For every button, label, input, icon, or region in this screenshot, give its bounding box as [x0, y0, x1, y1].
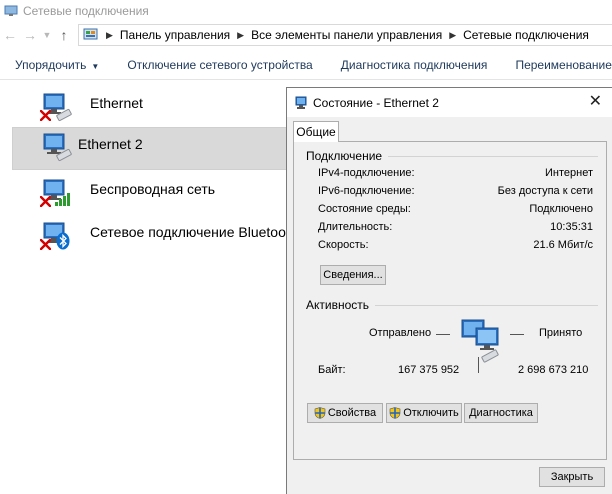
connection-item-ethernet[interactable]: Ethernet	[12, 86, 290, 127]
up-button[interactable]: ↑	[54, 24, 74, 46]
properties-button[interactable]: Свойства	[307, 403, 383, 423]
ipv4-value: Интернет	[545, 167, 593, 179]
disable-device-button[interactable]: Отключение сетевого устройства	[113, 58, 326, 72]
dialog-title: Состояние - Ethernet 2	[313, 96, 439, 110]
activity-divider	[478, 357, 479, 373]
bytes-label: Байт:	[318, 364, 346, 376]
speed-value: 21.6 Мбит/с	[533, 239, 593, 251]
ethernet-adapter-icon	[43, 133, 72, 162]
activity-group-title: Активность	[306, 298, 376, 312]
connection-label: Сетевое подключение Bluetooth	[90, 224, 298, 240]
caret-down-icon: ▼	[91, 61, 100, 71]
organize-label: Упорядочить	[15, 57, 87, 72]
recent-locations-button[interactable]: ▼	[40, 24, 54, 46]
disable-label: Отключить	[403, 407, 459, 419]
general-tab-panel: Подключение IPv4-подключение: Интернет I…	[293, 141, 607, 460]
control-panel-icon	[83, 28, 98, 40]
duration-label: Длительность:	[318, 221, 393, 233]
window-title: Сетевые подключения	[23, 4, 149, 18]
connection-item-bluetooth[interactable]: Сетевое подключение Bluetooth	[12, 215, 298, 256]
rename-connection-button[interactable]: Переименование подключения	[501, 58, 612, 72]
disable-button[interactable]: Отключить	[386, 403, 462, 423]
connection-item-wireless[interactable]: Беспроводная сеть	[12, 172, 290, 213]
ipv6-label: IPv6-подключение:	[318, 185, 415, 197]
chevron-right-icon: ▶	[106, 29, 113, 40]
network-connections-icon	[4, 5, 18, 16]
chevron-right-icon: ▶	[237, 29, 245, 40]
connection-label: Беспроводная сеть	[90, 181, 216, 197]
sent-label: Отправлено	[369, 327, 432, 339]
connection-label: Ethernet	[90, 95, 143, 111]
red-x-icon	[40, 239, 51, 250]
arrow-right-icon: →	[23, 27, 37, 43]
forward-button[interactable]: →	[20, 24, 40, 46]
dialog-close-button[interactable]: ✕	[589, 93, 602, 111]
network-status-icon	[295, 96, 307, 109]
uac-shield-icon	[314, 407, 326, 419]
connection-label: Ethernet 2	[78, 136, 143, 152]
address-row: ← → ▼ ↑ ▶ Панель управления ▶ Все элемен…	[0, 22, 612, 48]
activity-computers-icon	[461, 319, 499, 363]
address-bar[interactable]: ▶ Панель управления ▶ Все элементы панел…	[78, 24, 612, 46]
ipv6-value: Без доступа к сети	[497, 185, 593, 197]
breadcrumb-all-items[interactable]: Все элементы панели управления	[251, 28, 442, 42]
arrow-left-icon: ←	[3, 27, 17, 43]
tab-general[interactable]: Общие	[293, 121, 339, 142]
dialog-titlebar: Состояние - Ethernet 2 ✕	[287, 88, 612, 117]
bluetooth-icon	[56, 232, 70, 250]
sent-dash	[436, 334, 450, 335]
breadcrumb-network-connections[interactable]: Сетевые подключения	[463, 28, 589, 42]
status-dialog: Состояние - Ethernet 2 ✕ Общие Подключен…	[286, 87, 612, 494]
connection-item-ethernet-2[interactable]: Ethernet 2	[12, 127, 290, 170]
bytes-sent-value: 167 375 952	[398, 364, 460, 376]
chevron-down-icon: ▼	[42, 30, 52, 40]
received-label: Принято	[539, 327, 583, 339]
speed-label: Скорость:	[318, 239, 369, 251]
red-x-icon	[40, 196, 51, 207]
connection-group-title: Подключение	[306, 149, 389, 163]
command-toolbar: Упорядочить ▼ Отключение сетевого устройс…	[0, 50, 612, 80]
close-icon: ✕	[588, 93, 602, 110]
close-button[interactable]: Закрыть	[539, 467, 605, 487]
red-x-icon	[40, 110, 51, 121]
bytes-received-value: 2 698 673 210	[518, 364, 589, 376]
arrow-up-icon: ↑	[60, 27, 68, 43]
breadcrumb-control-panel[interactable]: Панель управления	[120, 28, 230, 42]
chevron-right-icon: ▶	[449, 29, 457, 40]
media-state-label: Состояние среды:	[318, 203, 411, 215]
back-button[interactable]: ←	[0, 24, 20, 46]
wifi-signal-icon	[55, 193, 70, 206]
media-state-value: Подключено	[529, 203, 593, 215]
organize-button[interactable]: Упорядочить ▼	[0, 58, 113, 72]
ipv4-label: IPv4-подключение:	[318, 167, 415, 179]
duration-value: 10:35:31	[550, 221, 593, 233]
uac-shield-icon	[389, 407, 401, 419]
properties-label: Свойства	[327, 407, 377, 419]
group-divider	[374, 156, 598, 157]
diagnose-button[interactable]: Диагностика	[464, 403, 538, 423]
details-button[interactable]: Сведения...	[320, 265, 386, 285]
diagnose-connection-button[interactable]: Диагностика подключения	[327, 58, 502, 72]
connections-list: Ethernet Ethernet 2 Беспроводная сеть Се…	[0, 82, 298, 494]
received-dash	[510, 334, 524, 335]
window-titlebar: Сетевые подключения	[0, 0, 612, 22]
group-divider	[366, 305, 598, 306]
